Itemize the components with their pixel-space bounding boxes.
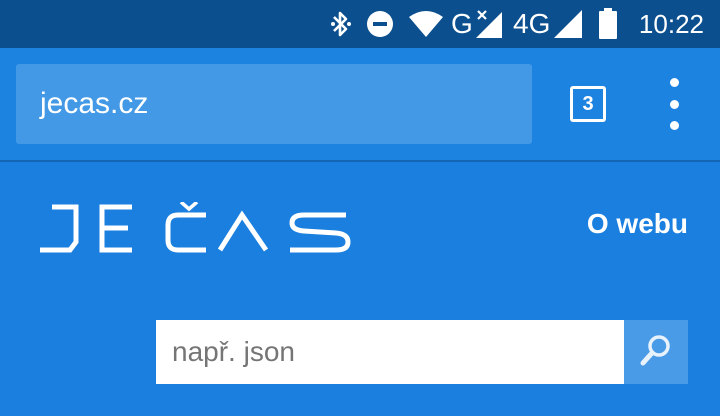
url-bar[interactable]: jecas.cz bbox=[16, 64, 532, 144]
signal-icon: 4G bbox=[513, 0, 584, 48]
url-text: jecas.cz bbox=[40, 87, 149, 120]
bluetooth-icon bbox=[330, 0, 352, 48]
browser-toolbar: jecas.cz 3 bbox=[0, 48, 720, 162]
do-not-disturb-icon bbox=[366, 0, 394, 48]
clock: 10:22 bbox=[638, 9, 704, 39]
signal-no-data-icon: G bbox=[451, 0, 504, 48]
search-icon bbox=[638, 332, 674, 373]
status-bar: G 4G 10:22 bbox=[0, 0, 720, 48]
wifi-icon bbox=[408, 0, 444, 48]
about-link[interactable]: O webu bbox=[587, 206, 688, 242]
search-input[interactable] bbox=[156, 320, 624, 384]
tab-switcher-button[interactable]: 3 bbox=[570, 86, 606, 122]
site-logo[interactable] bbox=[36, 200, 356, 254]
battery-icon bbox=[598, 0, 618, 48]
more-vert-icon[interactable] bbox=[656, 78, 692, 130]
search-button[interactable] bbox=[624, 320, 688, 384]
web-page: O webu bbox=[0, 162, 720, 416]
